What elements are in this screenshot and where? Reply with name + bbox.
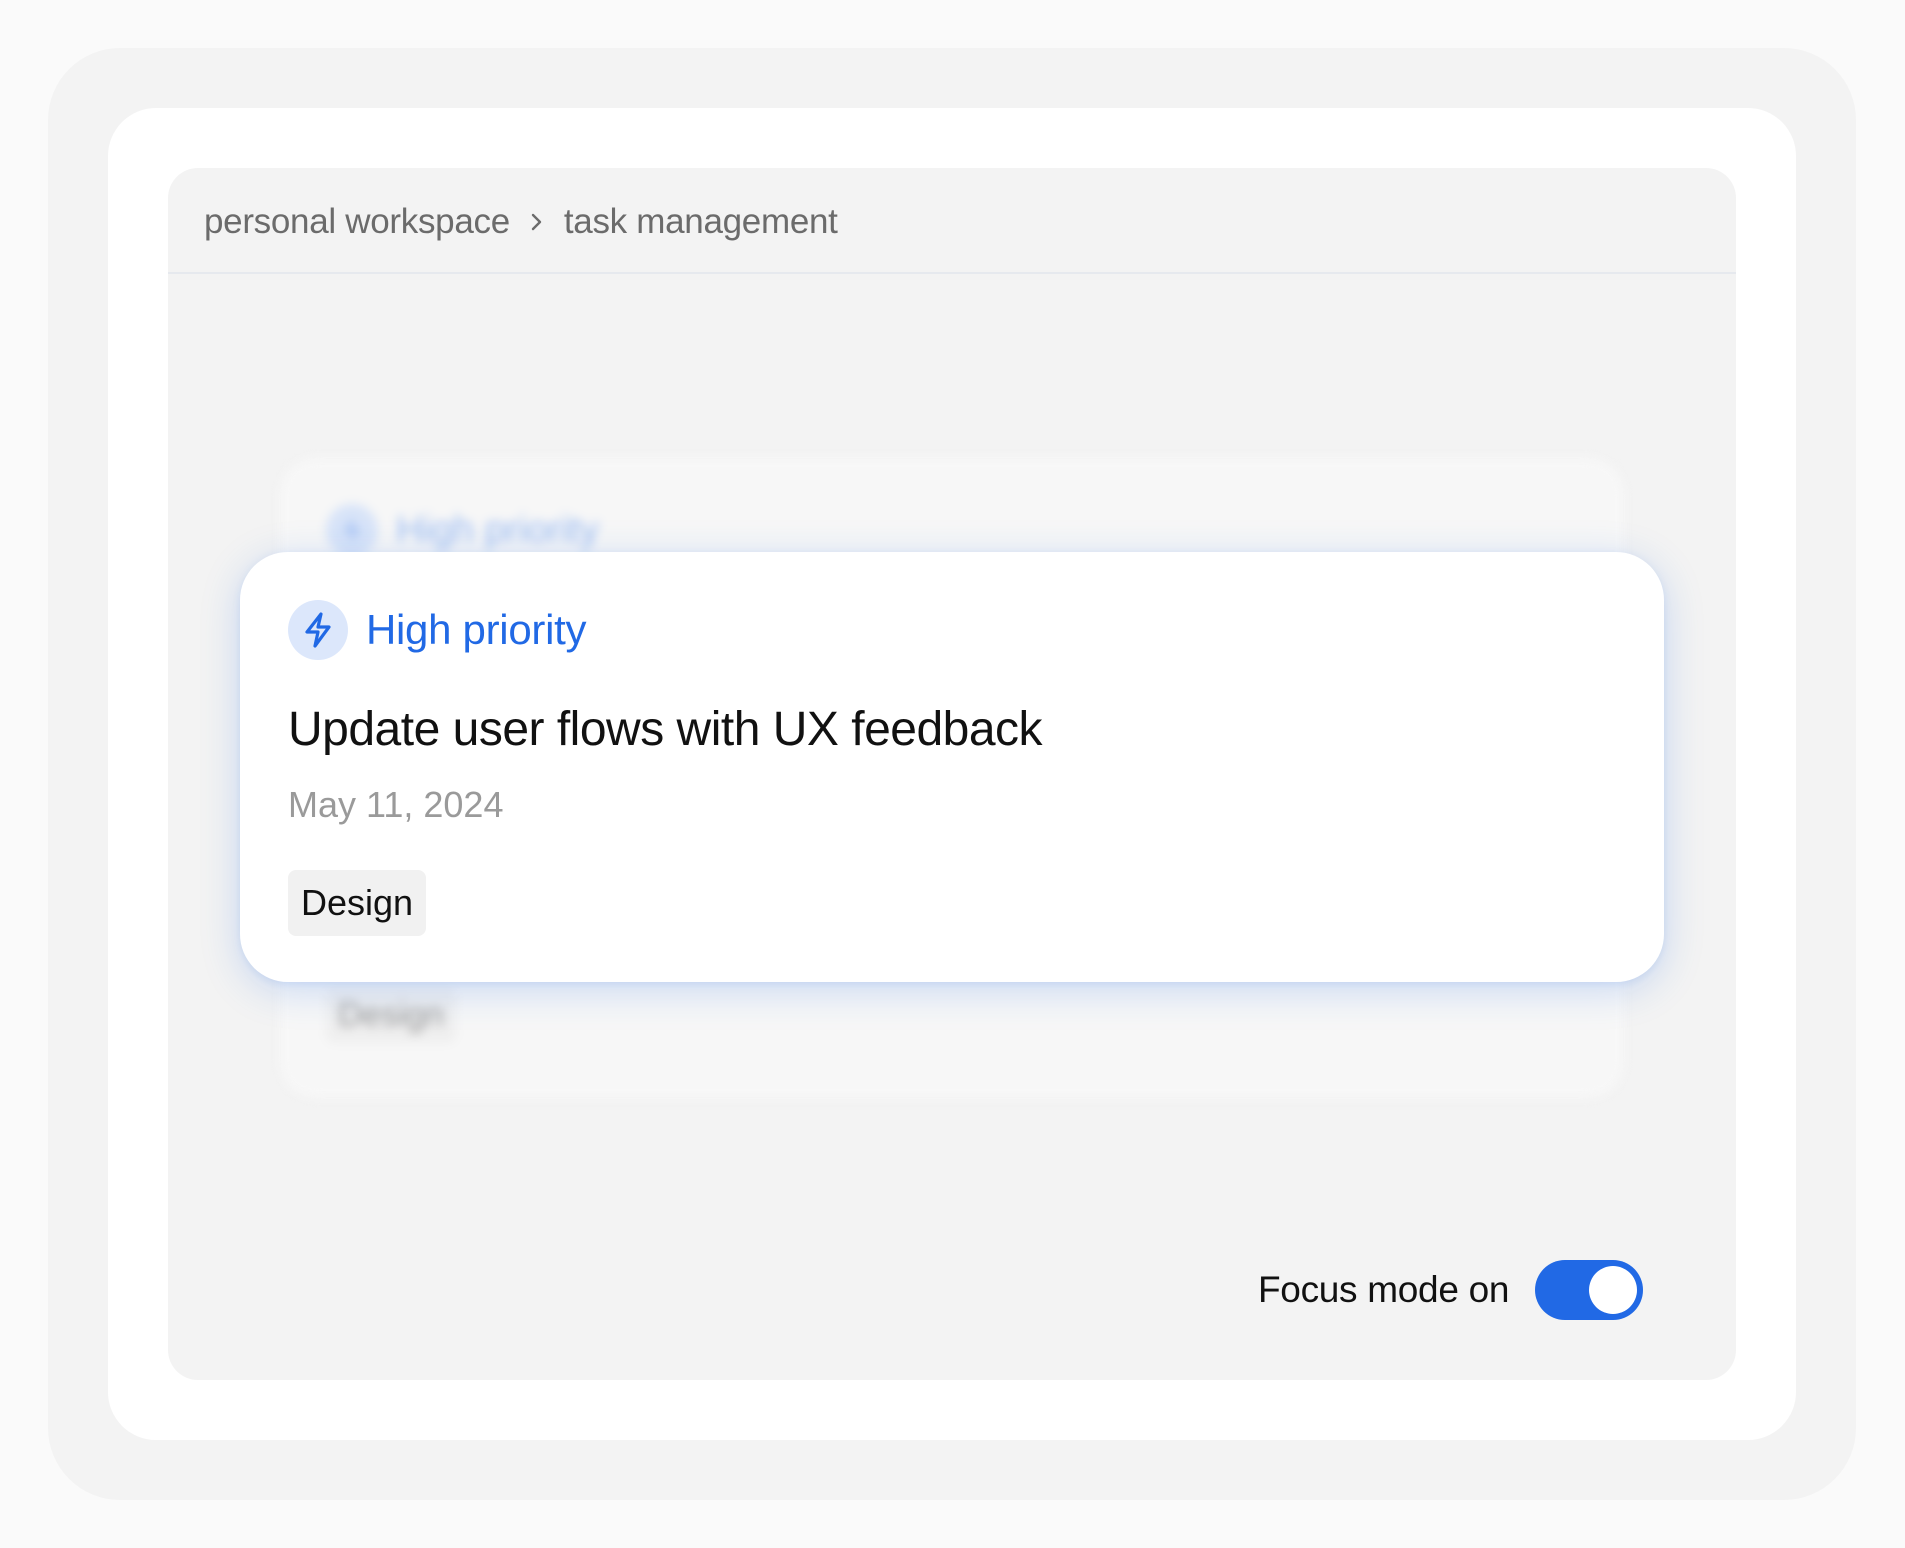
task-card[interactable]: High priority Update user flows with UX … [240, 552, 1664, 982]
task-tag[interactable]: Design [288, 870, 427, 936]
header: personal workspace task management [168, 168, 1736, 274]
priority-label: High priority [366, 606, 587, 653]
outer-frame: personal workspace task management High … [48, 48, 1856, 1500]
focus-mode-toggle[interactable] [1535, 1260, 1644, 1320]
task-title: Update user flows with UX feedback [288, 703, 1043, 756]
background-priority-row: High priority [326, 504, 599, 556]
breadcrumb-item-task-management[interactable]: task management [564, 202, 838, 242]
priority-row: High priority [288, 600, 586, 660]
inner-frame: personal workspace task management High … [108, 108, 1796, 1440]
toggle-knob [1589, 1266, 1638, 1314]
breadcrumb-item-personal-workspace[interactable]: personal workspace [204, 202, 510, 242]
background-tag: Design [326, 988, 456, 1043]
app-panel: personal workspace task management High … [168, 168, 1736, 1380]
lightning-bolt-icon [288, 600, 348, 660]
task-date: May 11, 2024 [288, 784, 504, 825]
chevron-right-icon [530, 211, 544, 233]
background-priority-label: High priority [396, 508, 599, 551]
focus-mode-control: Focus mode on [1258, 1260, 1644, 1320]
breadcrumb: personal workspace task management [204, 202, 838, 242]
focus-mode-label: Focus mode on [1258, 1269, 1510, 1310]
lightning-bolt-icon [326, 504, 378, 556]
